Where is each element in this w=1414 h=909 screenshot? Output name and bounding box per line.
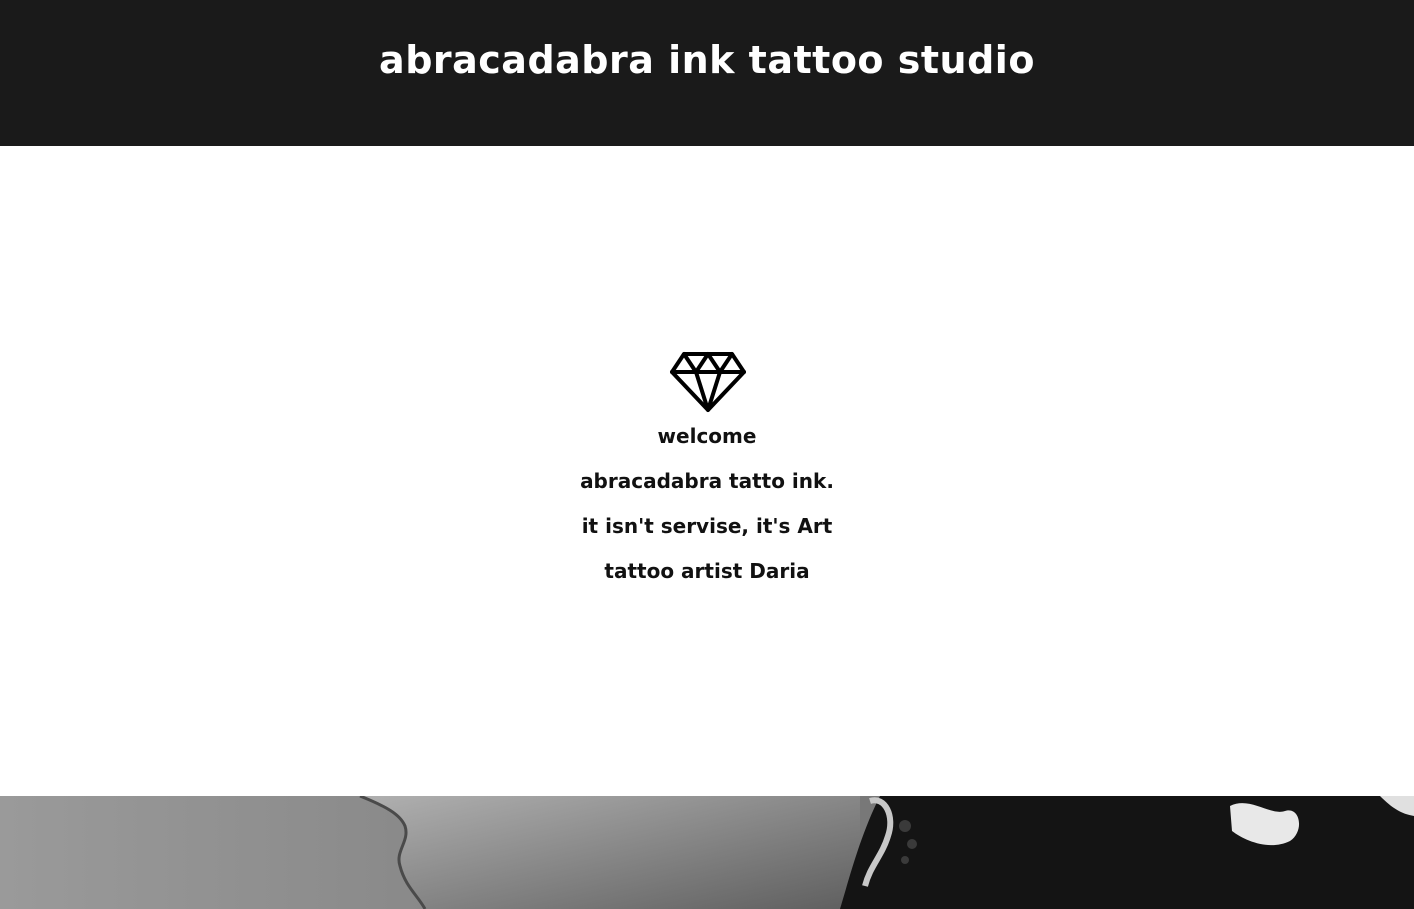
welcome-text: welcome xyxy=(657,424,757,448)
intro-section: welcome abracadabra tatto ink. it isn't … xyxy=(0,146,1414,796)
site-title[interactable]: abracadabra ink tattoo studio xyxy=(0,36,1414,84)
portrait-photo-image xyxy=(0,796,1414,909)
portrait-photo xyxy=(0,796,1414,909)
diamond-icon xyxy=(670,352,746,412)
artist-text: tattoo artist Daria xyxy=(604,559,810,583)
studio-name-text: abracadabra tatto ink. xyxy=(580,469,834,493)
site-header: abracadabra ink tattoo studio xyxy=(0,0,1414,146)
tagline-text: it isn't servise, it's Art xyxy=(581,514,833,538)
